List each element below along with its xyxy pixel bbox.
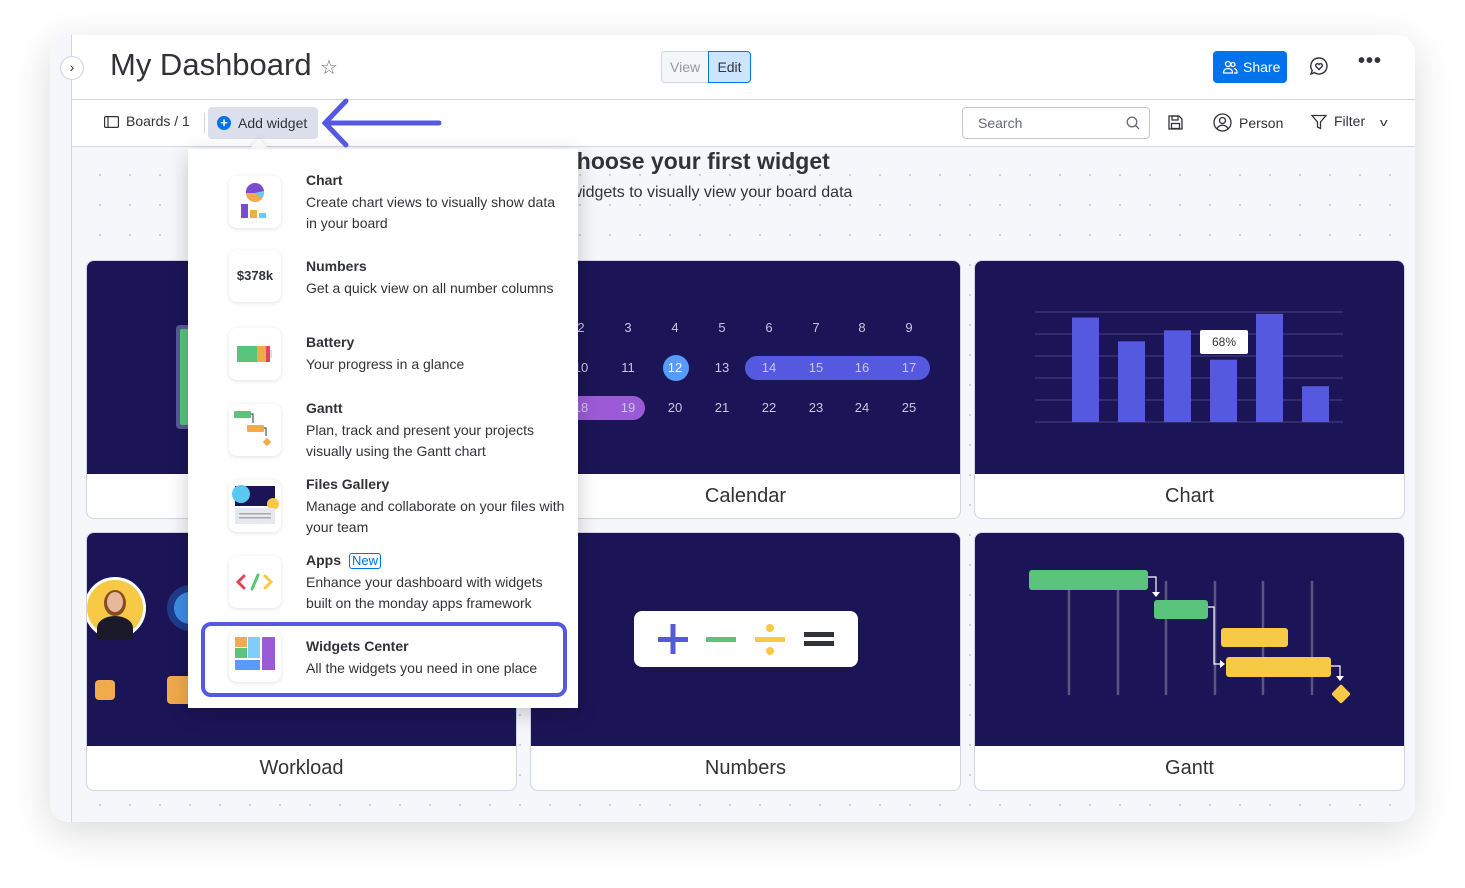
card-label: Chart: [1165, 485, 1214, 507]
avatar: [87, 577, 146, 640]
chart-bar: [1256, 313, 1283, 422]
feedback-heart-icon[interactable]: [1308, 55, 1330, 77]
calendar-day: 19: [620, 400, 636, 415]
calendar-day: 5: [718, 320, 726, 335]
plus-circle-icon: +: [217, 116, 231, 130]
calendar-day: 14: [761, 360, 777, 375]
calendar-day: 12: [667, 360, 683, 375]
task-block: [95, 680, 115, 700]
calendar-day: 6: [765, 320, 773, 335]
search-input[interactable]: Search: [962, 107, 1150, 139]
menu-item-desc: Manage and collaborate on your files wit…: [306, 498, 565, 535]
divider: [72, 99, 1415, 100]
card-label: Gantt: [1165, 757, 1214, 779]
chart-bar: [1210, 359, 1237, 422]
menu-item-title: Files Gallery: [306, 476, 390, 492]
chart-icon: [229, 176, 281, 228]
boards-label: Boards / 1: [126, 113, 190, 129]
star-icon[interactable]: ☆: [320, 55, 338, 80]
view-mode-button[interactable]: View: [661, 51, 709, 83]
numbers-art: [531, 533, 960, 746]
battery-icon: [229, 328, 281, 380]
calendar-day: 22: [761, 400, 777, 415]
calendar-day: 17: [901, 360, 917, 375]
people-icon: [1222, 60, 1238, 74]
gantt-icon: [229, 404, 281, 456]
menu-item-desc: Your progress in a glance: [306, 356, 465, 372]
calendar-day: 16: [854, 360, 870, 375]
calendar-day: 9: [905, 320, 913, 335]
search-icon: [1126, 116, 1140, 130]
calendar-day: 25: [901, 400, 917, 415]
chart-bar: [1164, 330, 1191, 422]
calendar-day: 11: [621, 360, 635, 375]
more-options-icon[interactable]: •••: [1358, 50, 1382, 73]
widget-card-calendar[interactable]: 2 3 4 5 6 7 8 9 10 11 12 13 14 15 16 17 18 19 20 21 22 23 24 25…: [530, 260, 961, 519]
divider: [204, 113, 205, 133]
numbers-icon: $378k: [229, 250, 281, 302]
card-label: Workload: [259, 757, 344, 779]
math-operators-box: [634, 611, 858, 667]
gantt-illustration: [1029, 570, 1351, 704]
save-icon[interactable]: [1168, 115, 1183, 130]
code-icon: [229, 556, 281, 608]
chart-bar: [1118, 341, 1145, 422]
arrow-annotation-icon: [321, 98, 442, 148]
gantt-art: [975, 533, 1404, 746]
person-filter-button[interactable]: Person: [1213, 113, 1283, 132]
menu-item-title-text: Apps: [306, 552, 341, 568]
expand-sidebar-button[interactable]: ›: [60, 56, 84, 80]
calendar-day: 23: [808, 400, 824, 415]
calendar-day: 20: [667, 400, 683, 415]
add-widget-button[interactable]: + Add widget: [208, 107, 318, 139]
calendar-day: 24: [854, 400, 870, 415]
files-icon: [229, 480, 281, 532]
search-placeholder: Search: [978, 115, 1023, 131]
menu-item-title: Numbers: [306, 258, 367, 274]
new-badge: New: [349, 553, 382, 569]
widget-card-chart[interactable]: 68% Chart: [974, 260, 1405, 519]
calendar-day: 8: [858, 320, 866, 335]
chart-tooltip: 68%: [1200, 330, 1248, 354]
board-icon: [104, 116, 120, 129]
calendar-day: 13: [714, 360, 730, 375]
calendar-day: 4: [671, 320, 679, 335]
chart-art: 68%: [975, 261, 1404, 474]
calendar-day: 21: [714, 400, 730, 415]
calendar-day: 15: [808, 360, 824, 375]
menu-item-desc: Create chart views to visually show data…: [306, 194, 555, 231]
chart-bar: [1302, 386, 1329, 422]
boards-button[interactable]: Boards / 1: [104, 113, 190, 129]
menu-item-desc: Enhance your dashboard with widgets buil…: [306, 574, 543, 611]
highlight-annotation: [201, 622, 567, 697]
calendar-day: 7: [812, 320, 820, 335]
page-title: My Dashboard: [110, 47, 312, 82]
widget-card-gantt[interactable]: Gantt: [974, 532, 1405, 791]
menu-item-desc: Plan, track and present your projects vi…: [306, 422, 535, 459]
edit-mode-button[interactable]: Edit: [708, 51, 751, 83]
add-widget-label: Add widget: [238, 115, 308, 131]
person-icon: [1213, 113, 1232, 132]
card-label: Calendar: [704, 485, 787, 507]
chart-bar: [1072, 317, 1099, 422]
menu-item-title: Chart: [306, 172, 343, 188]
menu-item-desc: Get a quick view on all number columns: [306, 280, 554, 296]
math-operators-icon: [658, 624, 834, 655]
calendar-art: 2 3 4 5 6 7 8 9 10 11 12 13 14 15 16 17 18 19 20 21 22 23 24 25: [531, 261, 960, 474]
widget-card-numbers[interactable]: Numbers: [530, 532, 961, 791]
person-label: Person: [1239, 115, 1284, 131]
card-label: Numbers: [704, 757, 787, 779]
chevron-down-icon[interactable]: v: [1380, 117, 1388, 129]
bar-chart: [1035, 311, 1343, 423]
menu-item-title: Apps New: [306, 552, 382, 569]
share-label: Share: [1243, 59, 1281, 75]
filter-button[interactable]: Filter v: [1310, 113, 1388, 130]
filter-label: Filter: [1334, 113, 1366, 129]
calendar-day: 3: [624, 320, 632, 335]
filter-icon: [1310, 114, 1328, 130]
menu-item-title: Battery: [306, 334, 355, 350]
share-button[interactable]: Share: [1213, 51, 1287, 83]
menu-item-title: Gantt: [306, 400, 343, 416]
